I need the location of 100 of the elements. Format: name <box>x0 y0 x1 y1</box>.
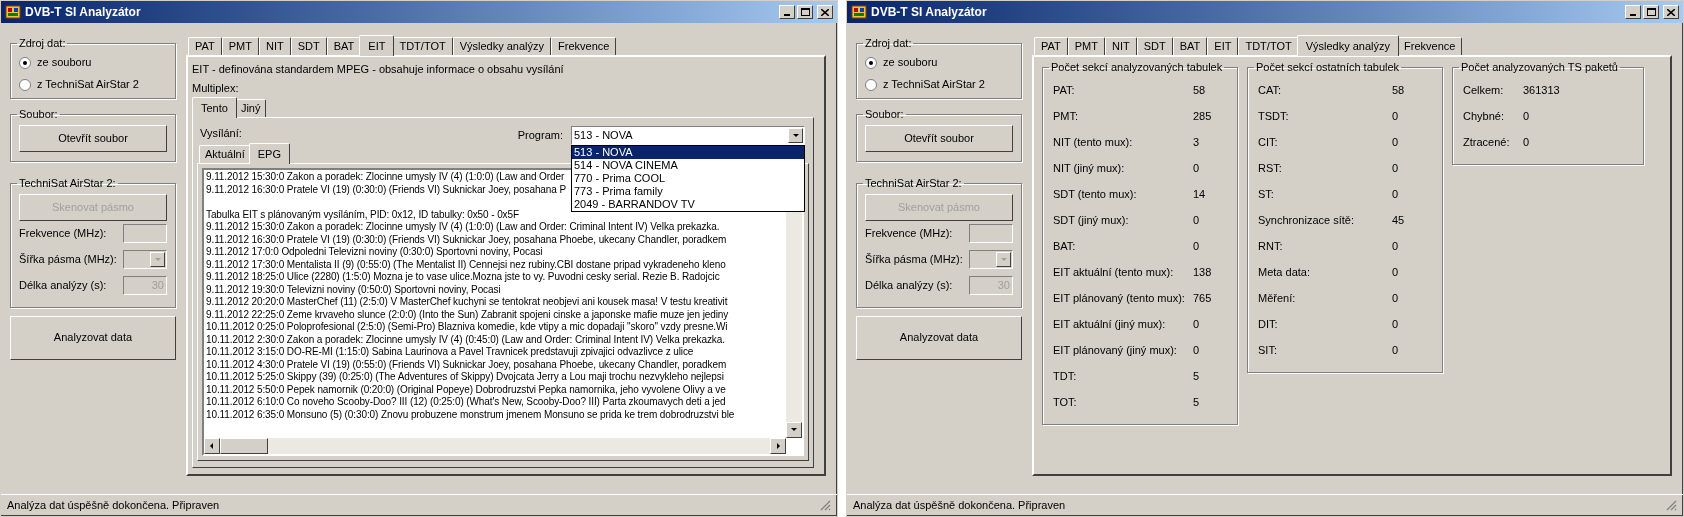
bandwidth-dropdown[interactable] <box>123 250 167 269</box>
scroll-down-icon <box>790 426 798 434</box>
maximize-button[interactable] <box>797 5 813 19</box>
field-label: Délka analýzy (s): <box>865 278 953 294</box>
scroll-thumb[interactable] <box>220 438 268 454</box>
list-line: 9.11.2012 16:30:0 Pratele VI (19) (0:30:0) (Friends VI) Suknickar Joey, posahana P <box>206 183 566 196</box>
tab[interactable]: Frekvence <box>1397 37 1463 55</box>
tab[interactable]: TDT/TOT <box>1238 37 1299 55</box>
radio-button[interactable] <box>19 78 31 91</box>
row-value: 765 <box>1193 291 1212 307</box>
row-label: EIT plánovaný (tento mux): <box>1053 291 1186 307</box>
tab[interactable]: Aktuální <box>199 145 251 163</box>
window-title: DVB-T SI Analyzátor <box>25 4 142 21</box>
list-line: 9.11.2012 17:0:0 Odpoledni Televizni noviny (0:30:0) Sportovni noviny, Pocasi <box>206 246 543 259</box>
scroll-left-icon <box>208 442 216 450</box>
list-line: 9.11.2012 16:30:0 Pratele VI (19) (0:30:0) (Friends VI) Suknickar Joey, posahana Phoebe, ukecany Chandler, poradkem <box>206 233 727 246</box>
frequency-field[interactable] <box>123 224 167 243</box>
program-label: Program: <box>517 128 563 144</box>
field-label: Frekvence (MHz): <box>19 226 107 242</box>
list-line: 10.11.2012 4:30:0 Pratele VI (19) (0:55:0) (Friends VI) Suknickar Joey, posahana Phoebe, ukecany Chandler, poradkem <box>206 358 727 371</box>
minimize-button[interactable] <box>779 5 795 19</box>
open-file-button[interactable]: Otevřít soubor <box>19 124 167 152</box>
group-label: Počet sekcí ostatních tabulek <box>1255 60 1401 75</box>
row-value: 0 <box>1392 265 1399 281</box>
tab[interactable]: NIT <box>259 37 291 55</box>
resize-grip-icon <box>1666 500 1677 511</box>
row-value: 0 <box>1392 239 1399 255</box>
row-value: 0 <box>1392 343 1399 359</box>
app-icon <box>851 4 867 20</box>
tab[interactable]: SDT <box>290 37 327 55</box>
row-value: 5 <box>1193 395 1200 411</box>
list-line: 9.11.2012 22:25:0 Zeme krvaveho slunce (2:0:0) (Into the Sun) Zabranit spojeni cinske a japonske mafie muze jen jediny <box>206 308 729 321</box>
row-label: Celkem: <box>1463 83 1505 99</box>
row-value: 5 <box>1193 369 1200 385</box>
tab[interactable]: Tento <box>192 97 237 118</box>
tab[interactable]: BAT <box>1172 37 1208 55</box>
row-label: CAT: <box>1258 83 1283 99</box>
row-value: 0 <box>1523 109 1530 125</box>
open-file-button[interactable]: Otevřít soubor <box>865 124 1013 152</box>
tab[interactable]: PMT <box>1067 37 1105 55</box>
tab[interactable]: EIT <box>359 35 395 56</box>
radio-button[interactable] <box>865 56 877 69</box>
field-label: Šířka pásma (MHz): <box>865 252 963 268</box>
tab[interactable]: Výsledky analýzy <box>1296 35 1400 56</box>
tab[interactable]: NIT <box>1105 37 1137 55</box>
close-button[interactable] <box>1663 5 1679 19</box>
group-label: TechniSat AirStar 2: <box>18 176 117 191</box>
dropdown-option[interactable]: 513 - NOVA <box>572 146 804 159</box>
group-label: Počet sekcí analyzovaných tabulek <box>1050 60 1224 75</box>
list-line: 10.11.2012 5:25:0 Skippy (39) (0:25:0) (The Adventures of Skippy) Dvojcata Jerry a Lou maji trochu nezvykleho nejlepsi <box>206 371 724 384</box>
row-label: Chybné: <box>1463 109 1505 125</box>
dropdown-option[interactable]: 773 - Prima family <box>572 185 804 198</box>
maximize-button[interactable] <box>1643 5 1659 19</box>
row-value: 58 <box>1392 83 1405 99</box>
status-text: Analýza dat úspěšně dokončena. Připraven <box>7 498 220 514</box>
radio-label: ze souboru <box>883 55 938 71</box>
analyze-button[interactable]: Analyzovat data <box>856 315 1022 360</box>
dropdown-option[interactable]: 770 - Prima COOL <box>572 172 804 185</box>
tab[interactable]: Frekvence <box>551 37 617 55</box>
tab[interactable]: Výsledky analýzy <box>452 37 552 55</box>
program-dropdown[interactable]: 513 - NOVA <box>571 126 805 145</box>
bandwidth-dropdown[interactable] <box>969 250 1013 269</box>
tab[interactable]: PAT <box>188 37 222 55</box>
row-label: Synchronizace sítě: <box>1258 213 1355 229</box>
tab[interactable]: EPG <box>248 143 290 164</box>
tab[interactable]: PAT <box>1034 37 1068 55</box>
list-line: 10.11.2012 6:10:0 Co noveho Scooby-Doo? III (12) (0:25:0) (What's New, Scooby-Doo? III) Parta zkoumavych deti a jed <box>206 396 726 409</box>
dropdown-option[interactable]: 514 - NOVA CINEMA <box>572 159 804 172</box>
window-title: DVB-T SI Analyzátor <box>871 4 988 21</box>
radio-label: z TechniSat AirStar 2 <box>883 77 985 93</box>
dropdown-option[interactable]: 2049 - BARRANDOV TV <box>572 198 804 211</box>
minimize-button[interactable] <box>1625 5 1641 19</box>
maximize-icon <box>1646 8 1656 16</box>
tab[interactable]: TDT/TOT <box>392 37 453 55</box>
row-label: Meta data: <box>1258 265 1311 281</box>
frequency-field[interactable] <box>969 224 1013 243</box>
group-label: Zdroj dat: <box>18 36 67 51</box>
tab[interactable]: SDT <box>1136 37 1173 55</box>
maximize-icon <box>800 8 810 16</box>
group-label: Soubor: <box>18 107 59 122</box>
radio-button[interactable] <box>865 78 877 91</box>
tab[interactable]: PMT <box>221 37 259 55</box>
close-button[interactable] <box>817 5 833 19</box>
minimize-icon <box>1630 14 1636 16</box>
row-label: NIT (tento mux): <box>1053 135 1134 151</box>
resize-grip-icon <box>820 500 831 511</box>
horizontal-scrollbar[interactable] <box>204 438 786 454</box>
row-label: NIT (jiný mux): <box>1053 161 1126 177</box>
caret-icon <box>999 255 1008 264</box>
row-label: Měření: <box>1258 291 1297 307</box>
tab[interactable]: EIT <box>1207 37 1239 55</box>
caret-icon <box>791 131 800 140</box>
field-label: Délka analýzy (s): <box>19 278 107 294</box>
row-value: 0 <box>1392 291 1399 307</box>
multiplex-label: Multiplex: <box>192 81 240 96</box>
row-label: TDT: <box>1053 369 1078 385</box>
row-value: 0 <box>1392 317 1399 333</box>
row-label: RST: <box>1258 161 1283 177</box>
radio-button[interactable] <box>19 56 31 69</box>
analyze-button[interactable]: Analyzovat data <box>10 315 176 360</box>
